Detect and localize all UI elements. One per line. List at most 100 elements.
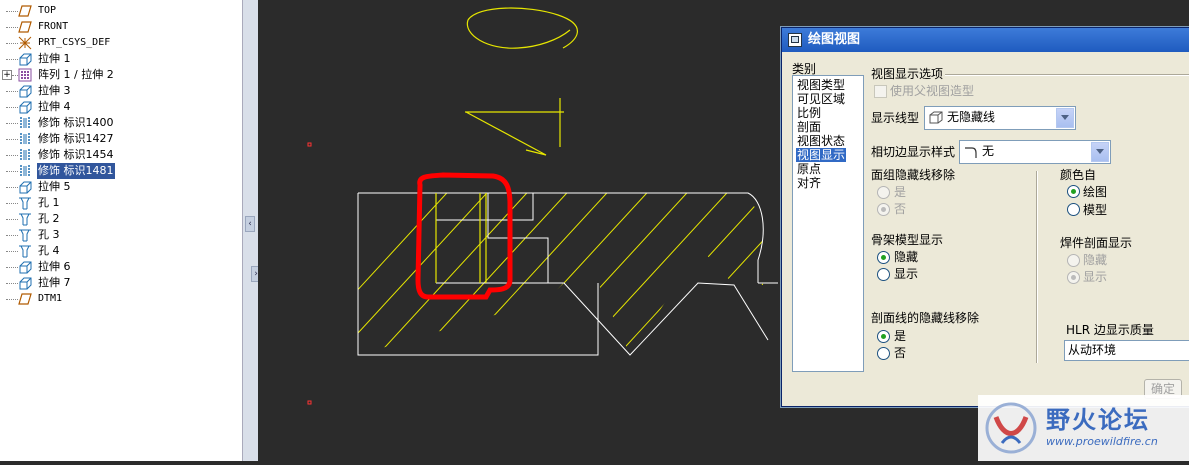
tree-item-label: 拉伸 5 xyxy=(38,180,71,193)
hlr-quality-label: HLR 边显示质量 xyxy=(1066,323,1154,337)
tree-item-label: 拉伸 6 xyxy=(38,260,71,273)
category-alignment[interactable]: 对齐 xyxy=(796,176,822,190)
tangent-edge-select[interactable]: 无 xyxy=(959,140,1111,164)
forum-logo-icon xyxy=(985,402,1037,454)
xsec-hlr-no-radio[interactable] xyxy=(877,347,890,360)
cosmetic-thread-icon xyxy=(20,117,30,129)
section-hatch xyxy=(358,193,763,355)
tree-item-label: 拉伸 1 xyxy=(38,52,71,65)
drawing-view-dialog[interactable]: 绘图视图 类别 视图类型 可见区域 比例 剖面 视图状态 视图显示 原点 对齐 … xyxy=(781,27,1189,407)
category-header: 类别 xyxy=(792,62,817,76)
display-style-select[interactable]: 无隐藏线 xyxy=(924,106,1076,130)
color-from-model-label: 模型 xyxy=(1083,203,1108,217)
tree-item-label: 孔 1 xyxy=(38,196,60,209)
category-origin[interactable]: 原点 xyxy=(796,162,822,176)
use-parent-style-label: 使用父视图造型 xyxy=(890,84,975,98)
tree-item-label: 孔 2 xyxy=(38,212,60,225)
extrude-icon xyxy=(19,101,32,114)
skeleton-show-label: 显示 xyxy=(894,267,919,281)
xsec-hlr-yes-radio[interactable] xyxy=(877,330,890,343)
category-view-display[interactable]: 视图显示 xyxy=(796,148,847,162)
weld-xsec-label: 焊件剖面显示 xyxy=(1060,236,1133,250)
datum-plane-icon xyxy=(18,5,32,17)
color-from-drawing-radio[interactable] xyxy=(1067,185,1080,198)
hlr-quality-select[interactable]: 从动环境 xyxy=(1064,340,1189,361)
tangent-edge-label: 相切边显示样式 xyxy=(871,145,956,159)
tree-item-label: 修饰 标识1454 xyxy=(38,148,114,161)
color-from-model-radio[interactable] xyxy=(1067,203,1080,216)
display-style-value: 无隐藏线 xyxy=(947,110,996,124)
datum-plane-icon xyxy=(18,293,32,305)
dialog-title: 绘图视图 xyxy=(808,32,861,47)
category-scale[interactable]: 比例 xyxy=(796,106,822,120)
tree-item-label: 修饰 标识1481 xyxy=(37,163,115,179)
tree-item-label: TOP xyxy=(38,5,57,16)
category-view-type[interactable]: 视图类型 xyxy=(796,78,846,92)
xsec-hlr-label: 剖面线的隐藏线移除 xyxy=(871,311,980,325)
cosmetic-thread-icon xyxy=(20,133,30,145)
expand-button[interactable]: + xyxy=(2,70,12,80)
tangent-edge-icon xyxy=(965,147,977,158)
face-group-hlr-yes-radio[interactable] xyxy=(877,186,890,199)
tree-item-label: FRONT xyxy=(38,21,69,32)
section-title: 视图显示选项 xyxy=(871,67,944,81)
xsec-hlr-no-label: 否 xyxy=(894,346,907,360)
category-view-state[interactable]: 视图状态 xyxy=(796,134,846,148)
category-list[interactable]: 视图类型 可见区域 比例 剖面 视图状态 视图显示 原点 对齐 xyxy=(792,75,864,372)
tangent-edge-value: 无 xyxy=(982,144,995,158)
hole-icon xyxy=(19,197,31,210)
collapse-left-button[interactable]: ‹ xyxy=(245,216,255,232)
tree-item-label: 阵列 1 / 拉伸 2 xyxy=(38,68,114,81)
extrude-icon xyxy=(19,277,32,290)
color-from-label: 颜色自 xyxy=(1060,168,1097,182)
forum-watermark: 野火论坛 www.proewildfire.cn xyxy=(978,395,1189,461)
category-section[interactable]: 剖面 xyxy=(796,120,822,134)
extrude-icon xyxy=(19,85,32,98)
hole-icon xyxy=(19,245,31,258)
chevron-down-icon[interactable] xyxy=(1091,142,1109,162)
column-divider xyxy=(1036,171,1038,363)
tree-item-label: 拉伸 7 xyxy=(38,276,71,289)
extrude-icon xyxy=(19,181,32,194)
cosmetic-thread-icon xyxy=(20,149,30,161)
weld-xsec-hide-radio[interactable] xyxy=(1067,254,1080,267)
tree-item-label: DTM1 xyxy=(38,293,63,304)
weld-xsec-show-label: 显示 xyxy=(1083,270,1108,284)
skeleton-hide-label: 隐藏 xyxy=(894,250,919,264)
face-group-hlr-no-radio[interactable] xyxy=(877,203,890,216)
category-visible-area[interactable]: 可见区域 xyxy=(796,92,846,106)
cosmetic-lines xyxy=(435,193,487,283)
datum-marker xyxy=(307,400,312,405)
cosmetic-thread-icon xyxy=(20,165,30,177)
csys-icon xyxy=(18,36,32,50)
tree-item-label: 孔 3 xyxy=(38,228,60,241)
hlr-quality-value: 从动环境 xyxy=(1068,343,1117,357)
pattern-icon xyxy=(18,68,32,82)
tree-item-label: 拉伸 4 xyxy=(38,100,71,113)
xsec-hlr-yes-label: 是 xyxy=(894,329,907,343)
hole-icon xyxy=(19,229,31,242)
dimension-text xyxy=(465,7,578,156)
watermark-url: www.proewildfire.cn xyxy=(1046,435,1158,448)
skeleton-show-radio[interactable] xyxy=(877,268,890,281)
tree-item-label: 孔 4 xyxy=(38,244,60,257)
use-parent-style-checkbox[interactable] xyxy=(874,85,887,98)
face-group-hlr-yes-label: 是 xyxy=(894,185,907,199)
tree-item-label: 修饰 标识1400 xyxy=(38,116,114,129)
face-group-hlr-no-label: 否 xyxy=(894,202,907,216)
skeleton-hide-radio[interactable] xyxy=(877,251,890,264)
extrude-icon xyxy=(19,53,32,66)
no-hidden-line-icon xyxy=(929,111,943,124)
display-style-label: 显示线型 xyxy=(871,111,920,125)
weld-xsec-show-radio[interactable] xyxy=(1067,271,1080,284)
datum-plane-icon xyxy=(18,21,32,33)
model-tree[interactable]: TOP FRONT PRT_CSYS_DEF 拉伸 1 + 阵列 1 / 拉伸 … xyxy=(0,0,243,461)
skeleton-display-label: 骨架模型显示 xyxy=(871,233,944,247)
panel-splitter[interactable]: ‹ › xyxy=(242,0,261,461)
weld-xsec-hide-label: 隐藏 xyxy=(1083,253,1108,267)
dialog-titlebar[interactable]: 绘图视图 xyxy=(782,28,1189,52)
hole-icon xyxy=(19,213,31,226)
color-from-drawing-label: 绘图 xyxy=(1083,185,1108,199)
chevron-down-icon[interactable] xyxy=(1056,108,1074,128)
tree-item-label: PRT_CSYS_DEF xyxy=(38,37,111,48)
